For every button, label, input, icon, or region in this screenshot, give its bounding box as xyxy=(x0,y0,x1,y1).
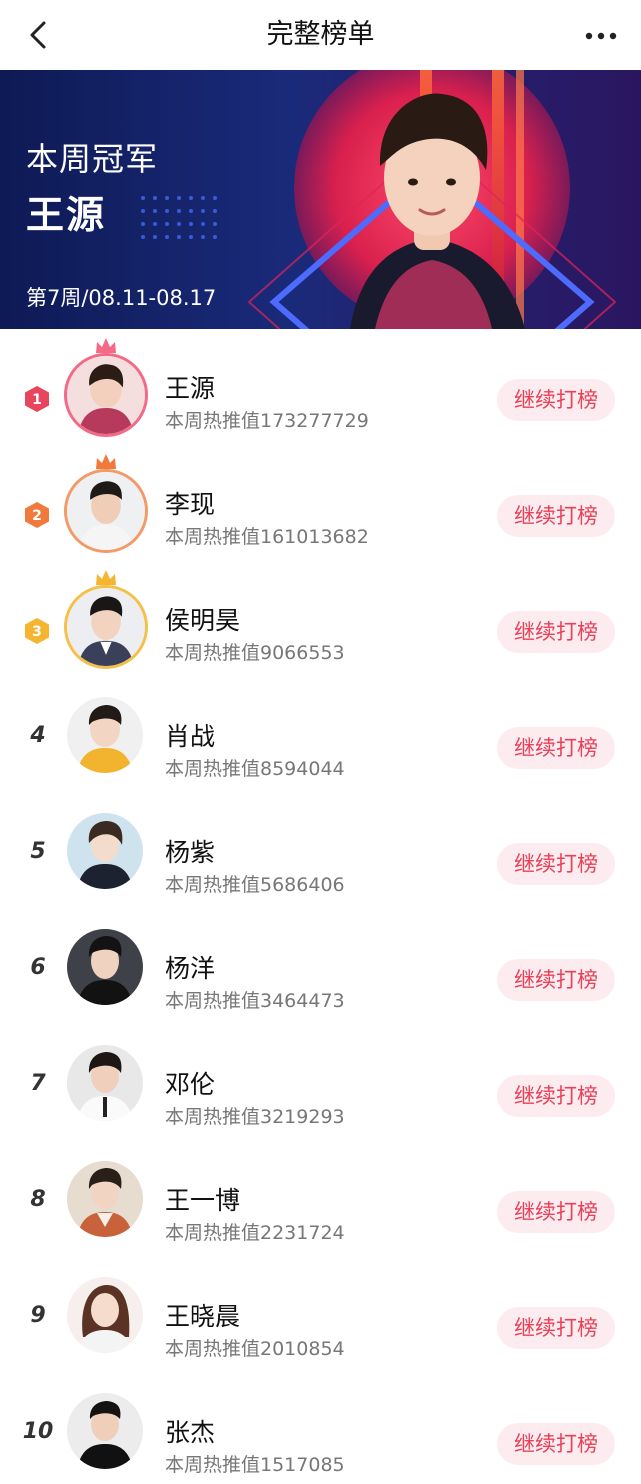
rank-1-badge-icon: 1 xyxy=(25,386,49,412)
artist-name: 李现 xyxy=(165,490,216,519)
ranking-row[interactable]: 1 王源 本周热推值173277729 继续打榜 xyxy=(0,329,641,445)
artist-name: 王源 xyxy=(165,374,216,403)
rank-number: 10 xyxy=(22,1419,54,1444)
avatar-frame xyxy=(60,570,152,669)
heat-score: 本周热推值173277729 xyxy=(165,410,369,432)
heat-score: 本周热推值2010854 xyxy=(165,1338,345,1360)
rank-3-badge-icon: 3 xyxy=(25,618,49,644)
ranking-row[interactable]: 5 杨紫 本周热推值5686406 继续打榜 xyxy=(0,793,641,909)
ranking-row[interactable]: 4 肖战 本周热推值8594044 继续打榜 xyxy=(0,677,641,793)
champion-banner[interactable]: 本周冠军 王源 第7周/08.11-08.17 xyxy=(0,70,641,329)
ranking-row[interactable]: 2 李现 本周热推值161013682 继续打榜 xyxy=(0,445,641,561)
rank-number: 6 xyxy=(30,955,46,980)
page-title: 完整榜单 xyxy=(266,19,375,50)
avatar-frame xyxy=(60,338,152,437)
avatar xyxy=(67,1045,143,1121)
continue-vote-button[interactable]: 继续打榜 xyxy=(497,379,615,421)
artist-name: 邓伦 xyxy=(165,1070,216,1099)
avatar xyxy=(67,697,143,773)
top-bar: 完整榜单 xyxy=(0,0,641,70)
artist-name: 杨洋 xyxy=(165,954,216,983)
rank-number: 9 xyxy=(30,1303,46,1328)
ranking-row[interactable]: 8 王一博 本周热推值2231724 继续打榜 xyxy=(0,1141,641,1257)
svg-text:1: 1 xyxy=(32,392,42,408)
continue-vote-button[interactable]: 继续打榜 xyxy=(497,611,615,653)
ranking-row[interactable]: 3 侯明昊 本周热推值9066553 继续打榜 xyxy=(0,561,641,677)
avatar xyxy=(67,813,143,889)
week-range: 第7周/08.11-08.17 xyxy=(26,286,217,310)
continue-vote-button[interactable]: 继续打榜 xyxy=(497,843,615,885)
heat-score: 本周热推值1517085 xyxy=(165,1454,345,1476)
ranking-row[interactable]: 10 张杰 本周热推值1517085 继续打榜 xyxy=(0,1373,641,1484)
avatar xyxy=(67,1161,143,1237)
continue-vote-button[interactable]: 继续打榜 xyxy=(497,1307,615,1349)
svg-text:3: 3 xyxy=(32,624,42,640)
more-dots-icon xyxy=(585,32,617,40)
rank-number: 7 xyxy=(30,1071,46,1096)
champion-label: 本周冠军 xyxy=(26,140,159,178)
rank-2-badge-icon: 2 xyxy=(25,502,49,528)
rank-number: 4 xyxy=(30,723,46,748)
artist-name: 王一博 xyxy=(165,1186,241,1215)
rank-number: 8 xyxy=(30,1187,46,1212)
ranking-row[interactable]: 9 王晓晨 本周热推值2010854 继续打榜 xyxy=(0,1257,641,1373)
avatar xyxy=(67,1393,143,1469)
continue-vote-button[interactable]: 继续打榜 xyxy=(497,1075,615,1117)
artist-name: 王晓晨 xyxy=(165,1302,241,1331)
ranking-row[interactable]: 6 杨洋 本周热推值3464473 继续打榜 xyxy=(0,909,641,1025)
dot-grid-decoration xyxy=(141,196,217,239)
heat-score: 本周热推值2231724 xyxy=(165,1222,345,1244)
rank-number: 5 xyxy=(30,839,46,864)
ranking-row[interactable]: 7 邓伦 本周热推值3219293 继续打榜 xyxy=(0,1025,641,1141)
continue-vote-button[interactable]: 继续打榜 xyxy=(497,1423,615,1465)
avatar xyxy=(64,469,148,553)
artist-name: 侯明昊 xyxy=(165,606,241,635)
avatar xyxy=(67,1277,143,1353)
svg-text:2: 2 xyxy=(32,508,42,524)
avatar xyxy=(67,929,143,1005)
continue-vote-button[interactable]: 继续打榜 xyxy=(497,727,615,769)
avatar xyxy=(64,353,148,437)
heat-score: 本周热推值3464473 xyxy=(165,990,345,1012)
avatar-frame xyxy=(60,454,152,553)
artist-name: 杨紫 xyxy=(165,838,216,867)
avatar xyxy=(64,585,148,669)
continue-vote-button[interactable]: 继续打榜 xyxy=(497,959,615,1001)
heat-score: 本周热推值3219293 xyxy=(165,1106,345,1128)
heat-score: 本周热推值5686406 xyxy=(165,874,345,896)
heat-score: 本周热推值8594044 xyxy=(165,758,345,780)
heat-score: 本周热推值161013682 xyxy=(165,526,369,548)
heat-score: 本周热推值9066553 xyxy=(165,642,345,664)
champion-name: 王源 xyxy=(26,193,107,237)
more-button[interactable] xyxy=(583,22,619,50)
continue-vote-button[interactable]: 继续打榜 xyxy=(497,495,615,537)
continue-vote-button[interactable]: 继续打榜 xyxy=(497,1191,615,1233)
artist-name: 张杰 xyxy=(165,1418,216,1447)
artist-name: 肖战 xyxy=(165,722,216,751)
